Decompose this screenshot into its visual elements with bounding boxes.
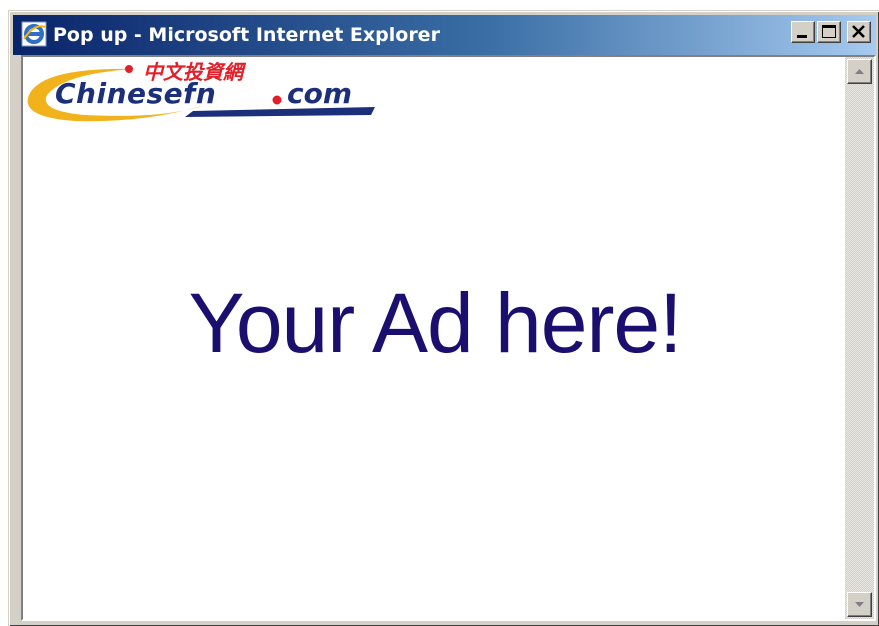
internet-explorer-icon	[21, 21, 47, 47]
ad-placeholder-text: Your Ad here!	[188, 276, 683, 370]
close-button[interactable]	[847, 21, 871, 43]
minimize-button[interactable]	[791, 21, 815, 43]
window-title: Pop up - Microsoft Internet Explorer	[53, 24, 440, 46]
logo-tld-text: com	[287, 77, 352, 110]
minimize-icon	[797, 35, 807, 38]
logo-brand-text: Chinesefn	[55, 77, 216, 110]
scroll-up-button[interactable]	[847, 59, 872, 84]
maximize-button[interactable]	[817, 21, 841, 43]
title-bar[interactable]: Pop up - Microsoft Internet Explorer	[13, 15, 876, 55]
scroll-down-button[interactable]	[847, 592, 872, 617]
page-content: 中文投資網 Chinesefn com Your Ad here!	[23, 57, 847, 619]
scroll-up-arrow-icon	[855, 69, 864, 74]
scroll-down-arrow-icon	[855, 602, 864, 607]
close-icon	[852, 25, 865, 38]
desktop-background	[0, 0, 879, 10]
vertical-scrollbar[interactable]	[845, 57, 874, 619]
chinesefn-logo[interactable]: 中文投資網 Chinesefn com	[25, 59, 385, 123]
maximize-icon	[822, 25, 836, 38]
popup-window: Pop up - Microsoft Internet Explorer 中文投…	[8, 10, 879, 626]
browser-viewport: 中文投資網 Chinesefn com Your Ad here!	[21, 55, 876, 621]
logo-graphic: 中文投資網 Chinesefn com	[27, 60, 375, 122]
